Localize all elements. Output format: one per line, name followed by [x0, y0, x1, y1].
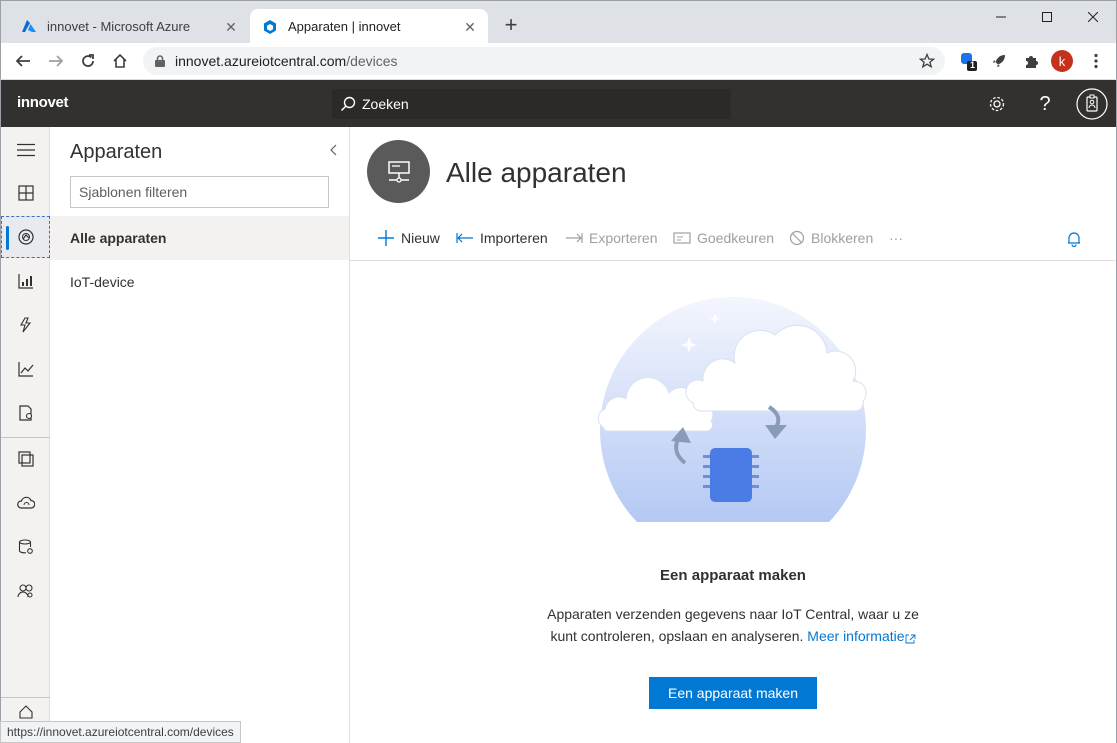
bookmark-star-icon[interactable] — [919, 53, 935, 69]
search-icon — [340, 96, 356, 112]
left-nav-rail — [0, 127, 50, 743]
global-search[interactable]: Zoeken — [332, 89, 731, 119]
export-button[interactable]: Exporteren — [565, 219, 657, 257]
panel-title: Apparaten — [70, 141, 163, 163]
panel-item-iot-device[interactable]: IoT-device — [50, 260, 349, 304]
page-title: Alle apparaten — [446, 157, 627, 188]
browser-toolbar: innovet.azureiotcentral.com/devices 1 k — [0, 43, 1117, 80]
profile-initial: k — [1051, 50, 1073, 72]
block-button[interactable]: Blokkeren — [789, 219, 873, 257]
lock-icon — [155, 55, 165, 67]
close-icon[interactable]: ✕ — [462, 19, 478, 35]
account-badge-icon[interactable] — [1076, 88, 1108, 120]
tab-label: innovet - Microsoft Azure — [47, 19, 191, 34]
new-tab-icon[interactable]: + — [499, 14, 523, 38]
browser-tab-azure[interactable]: innovet - Microsoft Azure ✕ — [9, 9, 249, 44]
empty-state-description: Apparaten verzenden gegevens naar IoT Ce… — [533, 603, 933, 650]
empty-state-illustration — [593, 295, 873, 525]
empty-state-title: Een apparaat maken — [660, 567, 806, 584]
external-link-icon — [905, 628, 916, 650]
status-bar-url: https://innovet.azureiotcentral.com/devi… — [0, 721, 241, 743]
more-commands-button[interactable]: ··· — [889, 219, 903, 257]
import-button[interactable]: Importeren — [456, 219, 548, 257]
extensions-puzzle-icon[interactable] — [1019, 49, 1043, 73]
import-label: Importeren — [480, 230, 548, 246]
home-settings-icon[interactable] — [1, 702, 50, 722]
template-filter-input[interactable] — [70, 176, 329, 208]
app-brand[interactable]: innovet — [17, 94, 69, 111]
analytics-icon[interactable] — [1, 348, 50, 390]
url-host: innovet.azureiotcentral.com — [175, 53, 347, 69]
main-content: Alle apparaten Nieuw Importeren Exporter… — [350, 127, 1117, 743]
devices-side-panel: Apparaten Alle apparaten IoT-device — [50, 127, 350, 743]
back-icon[interactable] — [11, 49, 35, 73]
window-close-icon[interactable] — [1070, 3, 1116, 31]
approve-icon — [673, 231, 691, 245]
kebab-menu-icon[interactable] — [1084, 49, 1108, 73]
home-icon[interactable] — [108, 49, 132, 73]
extension-badge-count: 1 — [970, 60, 976, 70]
block-label: Blokkeren — [811, 230, 874, 246]
menu-icon[interactable] — [1, 129, 50, 171]
browser-tabstrip: innovet - Microsoft Azure ✕ Apparaten | … — [0, 0, 1117, 44]
device-templates-icon[interactable] — [1, 438, 50, 480]
iot-central-icon — [262, 19, 278, 35]
help-icon[interactable]: ? — [1029, 88, 1061, 120]
forward-icon[interactable] — [44, 49, 68, 73]
rail-divider — [1, 697, 50, 698]
export-label: Exporteren — [589, 230, 658, 246]
device-server-icon — [386, 159, 412, 185]
url-path: /devices — [346, 53, 398, 69]
minimize-icon[interactable] — [978, 3, 1024, 31]
profile-avatar[interactable]: k — [1050, 49, 1074, 73]
permissions-icon[interactable] — [1, 570, 50, 612]
device-groups-icon[interactable] — [1, 260, 50, 302]
approve-label: Goedkeuren — [697, 230, 775, 246]
settings-gear-icon[interactable] — [981, 88, 1013, 120]
devices-icon[interactable] — [1, 216, 50, 258]
administration-icon[interactable] — [1, 526, 50, 568]
create-device-button[interactable]: Een apparaat maken — [649, 677, 817, 709]
command-bar: Nieuw Importeren Exporteren Goedkeuren B… — [350, 219, 1116, 261]
jobs-icon[interactable] — [1, 392, 50, 434]
close-icon[interactable]: ✕ — [223, 19, 239, 35]
azure-icon — [21, 19, 37, 35]
new-button[interactable]: Nieuw — [377, 219, 440, 257]
learn-more-label: Meer informatie — [807, 628, 905, 644]
collapse-chevron-icon[interactable] — [326, 143, 340, 157]
maximize-icon[interactable] — [1024, 3, 1070, 31]
extension-badge-icon[interactable]: 1 — [956, 49, 980, 73]
rules-icon[interactable] — [1, 304, 50, 346]
learn-more-link[interactable]: Meer informatie — [807, 628, 915, 644]
dashboard-icon[interactable] — [1, 172, 50, 214]
block-icon — [789, 230, 805, 246]
address-bar[interactable]: innovet.azureiotcentral.com/devices — [143, 47, 945, 75]
device-avatar — [367, 140, 430, 203]
reload-icon[interactable] — [76, 49, 100, 73]
approve-button[interactable]: Goedkeuren — [673, 219, 774, 257]
app-header: innovet Zoeken ? — [0, 80, 1117, 127]
tab-label: Apparaten | innovet — [288, 19, 401, 34]
browser-tab-apparaten[interactable]: Apparaten | innovet ✕ — [250, 9, 488, 44]
data-export-icon[interactable] — [1, 482, 50, 524]
new-label: Nieuw — [401, 230, 440, 246]
panel-item-alle-apparaten[interactable]: Alle apparaten — [50, 216, 349, 260]
export-icon — [565, 232, 583, 244]
search-label: Zoeken — [362, 96, 409, 112]
rocket-icon[interactable] — [987, 49, 1011, 73]
plus-icon — [377, 229, 395, 247]
import-icon — [456, 232, 474, 244]
bell-icon[interactable] — [1065, 230, 1083, 248]
